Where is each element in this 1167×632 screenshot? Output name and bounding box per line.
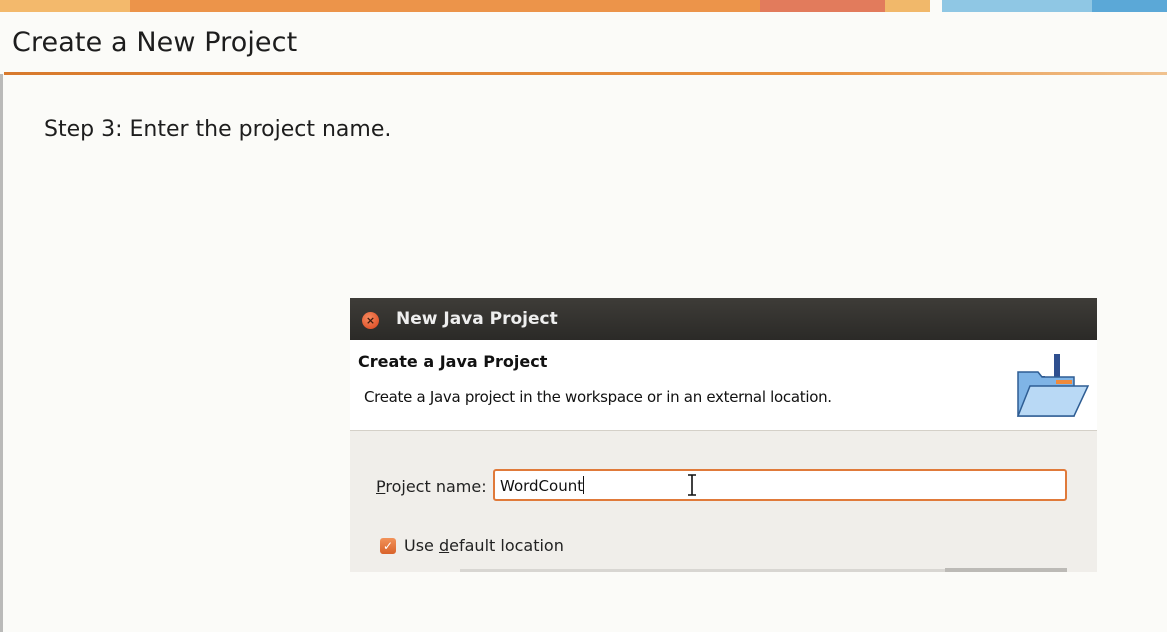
project-name-label: Project name: xyxy=(376,477,487,496)
label-part: Use xyxy=(404,536,439,555)
project-name-label-text: roject name: xyxy=(385,477,487,496)
label-part: efault location xyxy=(449,536,564,555)
strip-segment xyxy=(130,0,760,12)
dialog-window-title: New Java Project xyxy=(396,309,558,329)
slide-header: Create a New Project xyxy=(0,12,1167,74)
strip-segment xyxy=(760,0,885,12)
header-title: Create a Java Project xyxy=(358,352,548,371)
project-name-value: WordCount xyxy=(500,477,584,495)
dialog-header-panel: Create a Java Project Create a Java proj… xyxy=(350,340,1097,431)
header-description: Create a Java project in the workspace o… xyxy=(364,388,832,406)
new-java-project-dialog: × New Java Project Create a Java Project… xyxy=(350,298,1097,572)
top-color-strip xyxy=(0,0,1167,12)
dialog-titlebar: × New Java Project xyxy=(350,298,1097,340)
text-cursor-icon xyxy=(688,474,696,496)
strip-segment xyxy=(885,0,930,12)
partial-button-edge xyxy=(945,568,1067,572)
slide-left-border xyxy=(0,12,3,632)
step-instruction: Step 3: Enter the project name. xyxy=(44,117,392,142)
slide-title: Create a New Project xyxy=(12,27,298,58)
use-default-location-label: Use default location xyxy=(404,536,564,555)
partial-field-edge xyxy=(460,569,960,572)
title-underline xyxy=(4,72,1167,75)
label-accelerator: d xyxy=(438,536,450,555)
java-project-folder-icon xyxy=(1016,354,1090,417)
project-name-accelerator: P xyxy=(376,477,386,496)
strip-segment xyxy=(942,0,1092,12)
use-default-location-checkbox[interactable]: ✓ xyxy=(380,538,396,554)
strip-segment xyxy=(0,0,130,12)
close-icon[interactable]: × xyxy=(362,312,379,329)
strip-segment xyxy=(1092,0,1167,12)
project-name-input[interactable]: WordCount xyxy=(493,469,1067,501)
text-caret xyxy=(583,476,585,494)
